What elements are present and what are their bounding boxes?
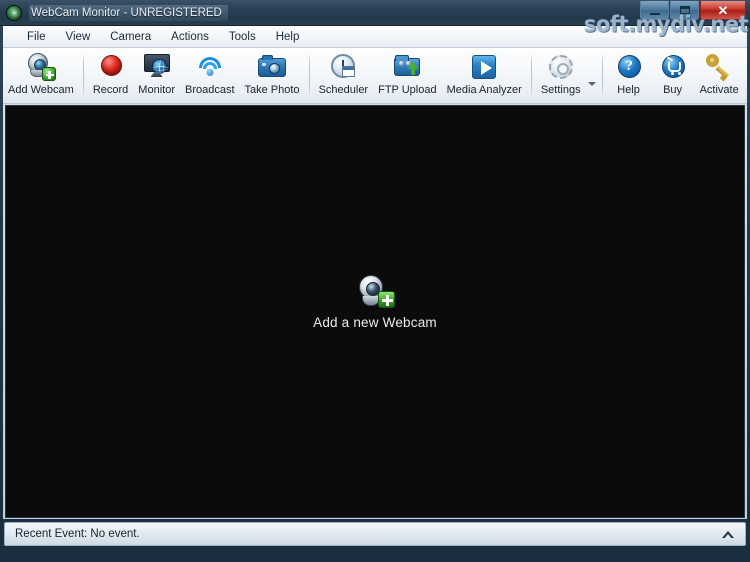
toolbar-activate-button[interactable]: Activate bbox=[695, 51, 744, 96]
app-window: WebCam Monitor - UNREGISTERED ✕ soft.myd… bbox=[0, 0, 750, 562]
toolbar-add-webcam-label: Add Webcam bbox=[8, 84, 74, 96]
close-button[interactable]: ✕ bbox=[700, 1, 746, 20]
toolbar-scheduler-button[interactable]: Scheduler bbox=[314, 51, 374, 96]
minimize-icon bbox=[649, 12, 660, 15]
title-bar: WebCam Monitor - UNREGISTERED ✕ bbox=[0, 0, 750, 26]
webcam-icon bbox=[6, 4, 22, 21]
window-title: WebCam Monitor - UNREGISTERED bbox=[29, 4, 228, 21]
ftp-upload-icon bbox=[392, 52, 422, 82]
shopping-cart-icon bbox=[658, 52, 688, 82]
status-expand-button[interactable] bbox=[715, 524, 741, 544]
toolbar-separator bbox=[82, 53, 84, 97]
menu-item-file[interactable]: File bbox=[17, 29, 56, 45]
add-new-webcam-cta[interactable]: Add a new Webcam bbox=[313, 275, 437, 330]
main-toolbar: Add Webcam Record Monitor Broadcast Take… bbox=[3, 48, 747, 104]
toolbar-ftp-upload-label: FTP Upload bbox=[378, 84, 437, 96]
menu-bar: File View Camera Actions Tools Help bbox=[3, 26, 747, 48]
toolbar-add-webcam-button[interactable]: Add Webcam bbox=[3, 51, 79, 96]
window-bottom-frame bbox=[0, 555, 750, 562]
toolbar-separator bbox=[308, 53, 310, 97]
clock-calendar-icon bbox=[328, 52, 358, 82]
menu-item-help[interactable]: Help bbox=[266, 29, 310, 45]
content-area: Add a new Webcam bbox=[3, 104, 747, 519]
maximize-button[interactable] bbox=[670, 1, 699, 20]
add-webcam-icon bbox=[355, 275, 395, 309]
toolbar-broadcast-button[interactable]: Broadcast bbox=[180, 51, 240, 96]
toolbar-buy-button[interactable]: Buy bbox=[651, 51, 695, 96]
status-bar: Recent Event: No event. bbox=[4, 522, 746, 546]
menu-item-camera[interactable]: Camera bbox=[100, 29, 161, 45]
key-icon bbox=[704, 52, 734, 82]
camera-icon bbox=[257, 52, 287, 82]
toolbar-settings-label: Settings bbox=[540, 84, 581, 96]
toolbar-ftp-upload-button[interactable]: FTP Upload bbox=[373, 51, 442, 96]
video-preview-panel: Add a new Webcam bbox=[5, 105, 745, 518]
toolbar-separator bbox=[530, 53, 532, 97]
toolbar-help-label: Help bbox=[617, 84, 640, 96]
gear-icon bbox=[546, 52, 576, 82]
maximize-icon bbox=[679, 6, 690, 14]
toolbar-activate-label: Activate bbox=[699, 84, 739, 96]
toolbar-help-button[interactable]: ? Help bbox=[607, 51, 651, 96]
add-new-webcam-label: Add a new Webcam bbox=[313, 315, 437, 330]
toolbar-scheduler-label: Scheduler bbox=[318, 84, 369, 96]
chevron-down-icon[interactable] bbox=[587, 82, 596, 86]
window-controls: ✕ bbox=[640, 1, 746, 20]
minimize-button[interactable] bbox=[640, 1, 669, 20]
recent-event-status: Recent Event: No event. bbox=[15, 528, 140, 540]
add-webcam-icon bbox=[26, 52, 56, 82]
help-question-icon: ? bbox=[614, 52, 644, 82]
wifi-broadcast-icon bbox=[195, 52, 225, 82]
chevron-up-icon bbox=[722, 530, 734, 539]
toolbar-settings-button[interactable]: Settings bbox=[536, 51, 586, 96]
toolbar-separator bbox=[601, 53, 603, 97]
toolbar-record-label: Record bbox=[92, 84, 129, 96]
toolbar-monitor-label: Monitor bbox=[138, 84, 175, 96]
toolbar-media-analyzer-button[interactable]: Media Analyzer bbox=[442, 51, 527, 96]
menu-item-actions[interactable]: Actions bbox=[161, 29, 219, 45]
menu-item-tools[interactable]: Tools bbox=[219, 29, 266, 45]
toolbar-monitor-button[interactable]: Monitor bbox=[133, 51, 180, 96]
media-play-icon bbox=[469, 52, 499, 82]
record-icon bbox=[96, 52, 126, 82]
toolbar-buy-label: Buy bbox=[663, 84, 683, 96]
toolbar-take-photo-button[interactable]: Take Photo bbox=[240, 51, 305, 96]
menu-item-view[interactable]: View bbox=[56, 29, 101, 45]
toolbar-record-button[interactable]: Record bbox=[88, 51, 133, 96]
toolbar-media-analyzer-label: Media Analyzer bbox=[446, 84, 522, 96]
monitor-globe-icon bbox=[142, 52, 172, 82]
toolbar-broadcast-label: Broadcast bbox=[184, 84, 235, 96]
toolbar-take-photo-label: Take Photo bbox=[244, 84, 300, 96]
